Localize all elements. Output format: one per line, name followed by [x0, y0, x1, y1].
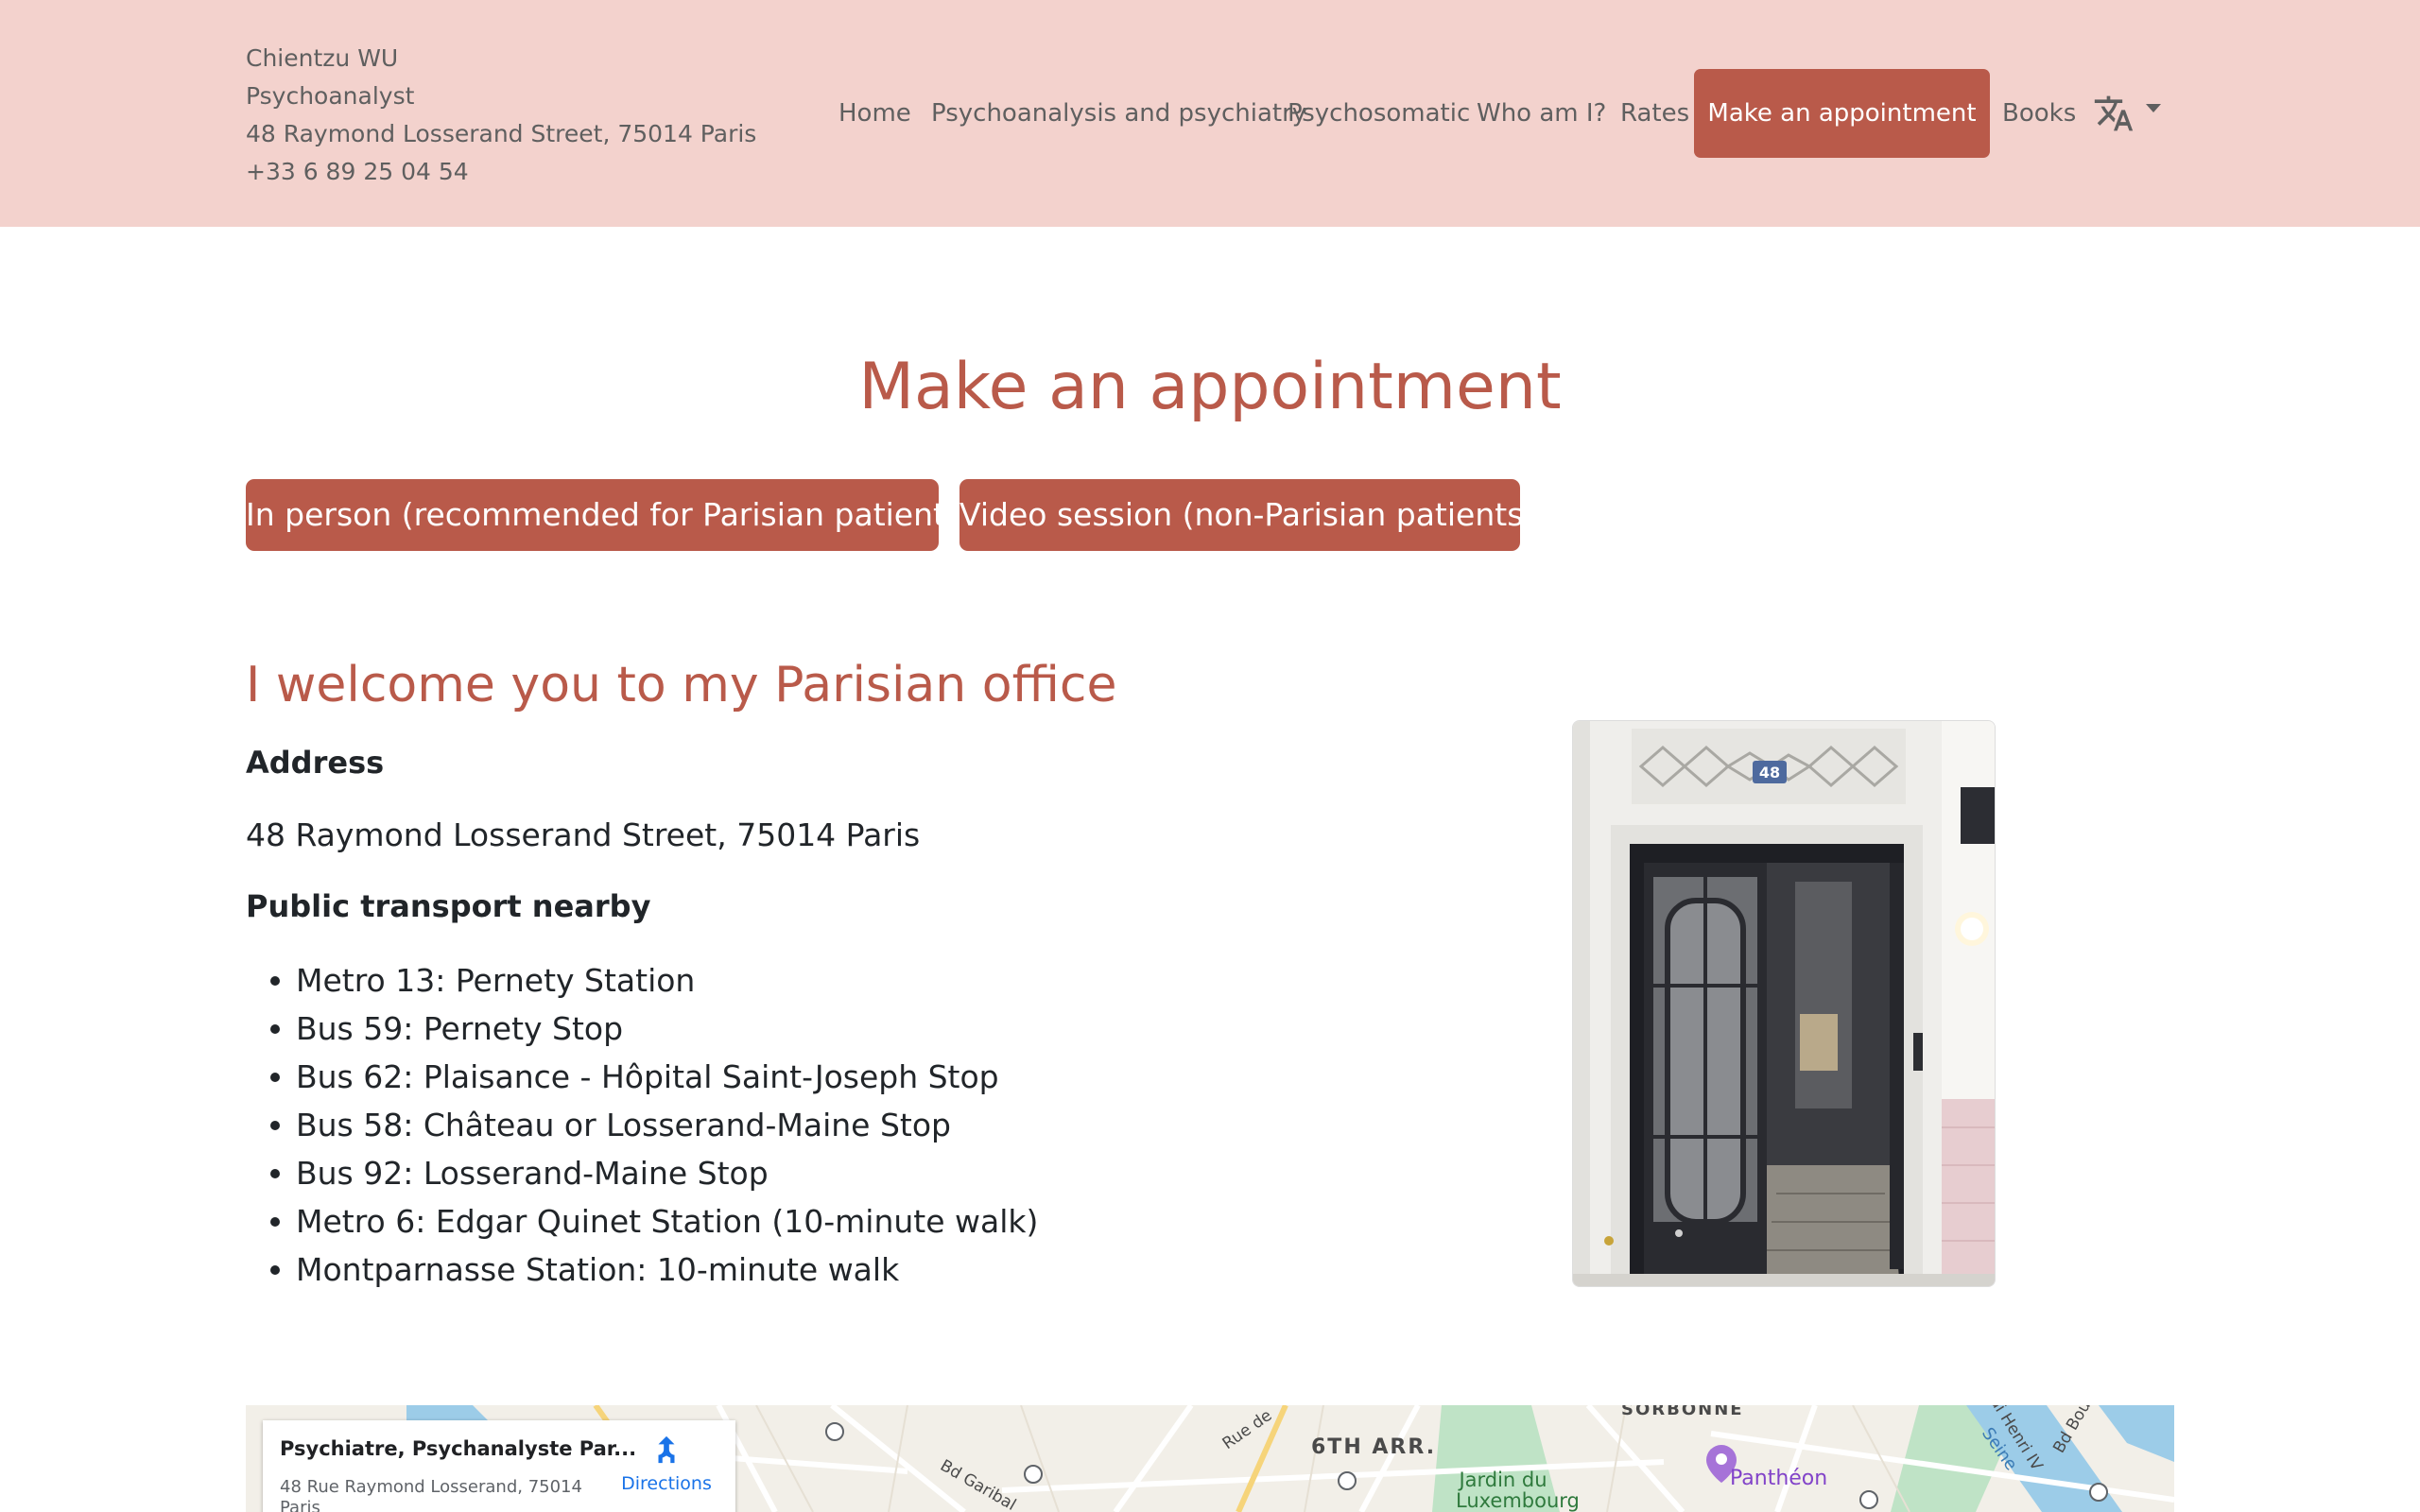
transport-label: Public transport nearby	[246, 888, 651, 924]
nav-psychosomatic[interactable]: Psychosomatic	[1288, 69, 1470, 158]
main-nav: Home Psychoanalysis and psychiatry Psych…	[0, 69, 2420, 158]
map-place-title[interactable]: Psychiatre, Psychanalyste Par...	[280, 1437, 636, 1460]
directions-icon	[658, 1435, 675, 1464]
video-session-button[interactable]: Video session (non-Parisian patients)	[959, 479, 1535, 551]
map-place-address: 48 Rue Raymond Losserand, 75014 Paris	[280, 1477, 582, 1512]
door-number: 48	[1759, 764, 1780, 782]
bullet-icon	[270, 976, 280, 986]
transport-item: Montparnasse Station: 10-minute walk	[246, 1246, 1038, 1294]
office-door-photo: 48	[1572, 720, 1996, 1287]
map-label-jardin: Jardin du Luxembourg	[1456, 1469, 1580, 1512]
transport-item: Bus 58: Château or Losserand-Maine Stop	[246, 1101, 1038, 1149]
address-text: 48 Raymond Losserand Street, 75014 Paris	[246, 816, 921, 853]
bullet-icon	[270, 1121, 280, 1130]
office-heading: I welcome you to my Parisian office	[246, 657, 1117, 713]
address-label: Address	[246, 745, 385, 781]
site-header: Chientzu WU Psychoanalyst 48 Raymond Los…	[0, 0, 2420, 227]
bullet-icon	[270, 1073, 280, 1082]
nav-make-appointment-button[interactable]: Make an appointment	[1694, 69, 1990, 158]
directions-button[interactable]: Directions	[614, 1434, 718, 1494]
nav-who-am-i[interactable]: Who am I?	[1477, 69, 1606, 158]
transport-item: Metro 6: Edgar Quinet Station (10-minute…	[246, 1197, 1038, 1246]
transport-item: Metro 13: Pernety Station	[246, 956, 1038, 1005]
map-label-sorbonne: SORBONNE	[1621, 1405, 1744, 1419]
transport-list: Metro 13: Pernety Station Bus 59: Pernet…	[246, 956, 1038, 1294]
transport-item: Bus 59: Pernety Stop	[246, 1005, 1038, 1053]
language-dropdown[interactable]	[2093, 93, 2164, 134]
nav-home[interactable]: Home	[838, 69, 911, 158]
map-label-arrondissement: 6TH ARR.	[1311, 1435, 1437, 1459]
in-person-button[interactable]: In person (recommended for Parisian pati…	[246, 479, 974, 551]
nav-psychoanalysis[interactable]: Psychoanalysis and psychiatry	[931, 69, 1306, 158]
map-embed[interactable]: 6TH ARR. SORBONNE Jardin du Luxembourg P…	[246, 1405, 2174, 1512]
nav-books[interactable]: Books	[2002, 69, 2076, 158]
map-label-pantheon: Panthéon	[1730, 1467, 1828, 1490]
page-title: Make an appointment	[858, 350, 1562, 424]
bullet-icon	[270, 1024, 280, 1034]
translate-icon	[2094, 95, 2134, 131]
transport-item: Bus 92: Losserand-Maine Stop	[246, 1149, 1038, 1197]
map-place-card: Psychiatre, Psychanalyste Par... 48 Rue …	[263, 1420, 735, 1512]
bullet-icon	[270, 1169, 280, 1178]
chevron-down-icon	[2146, 104, 2161, 112]
transport-item: Bus 62: Plaisance - Hôpital Saint-Joseph…	[246, 1053, 1038, 1101]
bullet-icon	[270, 1217, 280, 1227]
brand-phone[interactable]: +33 6 89 25 04 54	[246, 153, 756, 191]
directions-label: Directions	[621, 1473, 712, 1494]
bullet-icon	[270, 1265, 280, 1275]
nav-rates[interactable]: Rates	[1620, 69, 1689, 158]
